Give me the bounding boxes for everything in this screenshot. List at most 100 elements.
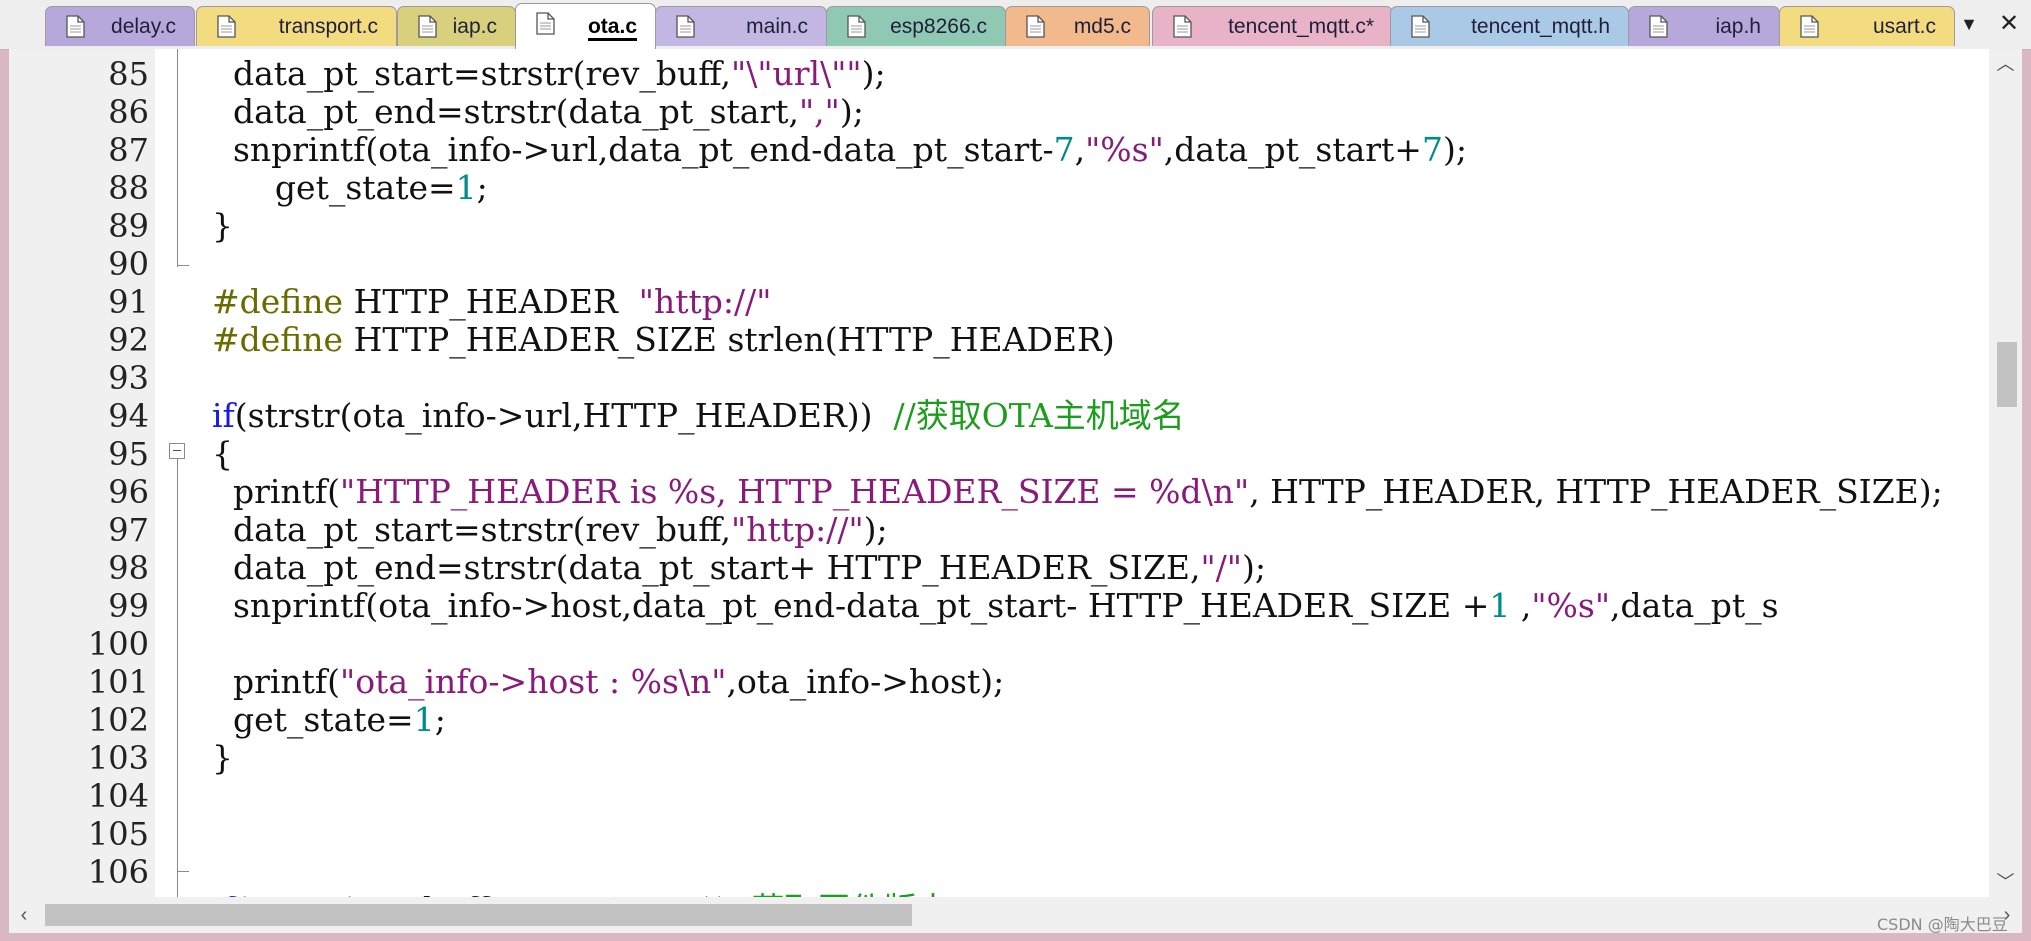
code-line[interactable]: 87 snprintf(ota_info->url,data_pt_end-da… <box>9 130 1989 170</box>
tab-md5-c[interactable]: md5.c <box>1005 6 1150 46</box>
code-token-plain: { <box>191 434 233 473</box>
file-icon <box>1649 15 1668 38</box>
code-line[interactable]: 99 snprintf(ota_info->host,data_pt_end-d… <box>9 586 1989 626</box>
code-token-plain: , <box>1074 130 1086 169</box>
line-number: 89 <box>108 207 149 245</box>
code-line[interactable]: 103 } <box>9 739 1989 778</box>
code-line[interactable]: 93 <box>9 359 1989 397</box>
code-line[interactable]: 100 <box>9 625 1989 663</box>
code-token-num: 1 <box>455 168 477 207</box>
code-line-text: printf("ota_info->host : %s\n",ota_info-… <box>191 663 1004 701</box>
vertical-scroll-thumb[interactable] <box>1997 342 2017 407</box>
file-icon <box>847 15 866 38</box>
code-line-text: get_state=1; <box>191 701 446 739</box>
code-line-text: get_state=1; <box>191 169 488 207</box>
code-line[interactable]: 95 { <box>9 434 1989 474</box>
file-icon <box>66 15 85 38</box>
tab-esp8266-c[interactable]: esp8266.c <box>826 6 1006 46</box>
tab-iap-c[interactable]: iap.c <box>397 6 516 46</box>
code-line[interactable]: 97 data_pt_start=strstr(rev_buff,"http:/… <box>9 510 1989 550</box>
code-token-str: "HTTP_HEADER is %s, HTTP_HEADER_SIZE = %… <box>340 472 1250 511</box>
file-tab-bar: delay.c transport.c iap.c ota.c main.c esp826… <box>0 0 2031 50</box>
code-line-text: printf("HTTP_HEADER is %s, HTTP_HEADER_S… <box>191 473 1943 511</box>
file-icon <box>418 15 437 38</box>
tab-list-chevron-down-icon[interactable]: ▼ <box>1955 8 1983 40</box>
tab-label: esp8266.c <box>890 14 987 38</box>
code-token-plain: } <box>191 206 233 245</box>
code-token-plain: printf( <box>191 662 341 701</box>
code-token-str: "/" <box>1200 548 1242 587</box>
tab-usart-c[interactable]: usart.c <box>1779 6 1955 46</box>
tab-delay-c[interactable]: delay.c <box>45 6 195 46</box>
code-token-num: 7 <box>1421 130 1443 169</box>
code-editor[interactable]: 85 data_pt_start=strstr(rev_buff,"\"url\… <box>9 49 2022 897</box>
line-number: 90 <box>108 245 149 283</box>
code-line[interactable]: 106 <box>9 853 1989 891</box>
code-line[interactable]: 94 if(strstr(ota_info->url,HTTP_HEADER))… <box>9 397 1989 436</box>
code-token-plain: snprintf(ota_info->host,data_pt_end-data… <box>191 586 1490 625</box>
code-token-plain: data_pt_start=strstr(rev_buff, <box>191 510 732 549</box>
code-text-area[interactable]: 85 data_pt_start=strstr(rev_buff,"\"url\… <box>9 55 1989 898</box>
code-token-num: 7 <box>1053 130 1075 169</box>
line-number: 103 <box>87 739 149 777</box>
scroll-up-arrow-icon[interactable]: ︿ <box>1989 49 2022 79</box>
tab-transport-c[interactable]: transport.c <box>196 6 397 46</box>
tab-label: transport.c <box>278 14 378 38</box>
scroll-down-arrow-icon[interactable]: ﹀ <box>1989 867 2022 897</box>
tab-tencent-mqtt-c[interactable]: tencent_mqtt.c* <box>1152 6 1393 46</box>
code-line[interactable]: 90 <box>9 245 1989 283</box>
horizontal-scroll-thumb[interactable] <box>45 904 912 926</box>
code-token-num: 1 <box>1489 586 1511 625</box>
tab-main-c[interactable]: main.c <box>655 6 827 46</box>
code-token-plain: ,ota_info->host); <box>726 662 1005 701</box>
code-token-kw: if <box>211 396 235 435</box>
code-line[interactable]: 92 #define HTTP_HEADER_SIZE strlen(HTTP_… <box>9 320 1989 360</box>
watermark: CSDN @陶大巴豆 <box>1877 915 2008 934</box>
horizontal-scrollbar[interactable]: ‹ › <box>9 897 2022 933</box>
code-line[interactable]: 102 get_state=1; <box>9 701 1989 740</box>
code-token-plain: get_state= <box>191 700 414 739</box>
code-token-plain: HTTP_HEADER <box>343 282 639 321</box>
tab-ota-c[interactable]: ota.c <box>515 3 656 49</box>
code-token-plain: (strstr(ota_info->url,HTTP_HEADER)) <box>234 396 894 435</box>
code-line[interactable]: 105 <box>9 815 1989 853</box>
tab-label: iap.h <box>1715 14 1761 38</box>
line-number: 104 <box>87 777 149 815</box>
code-token-str: "http://" <box>731 510 864 549</box>
code-line[interactable]: 101 printf("ota_info->host : %s\n",ota_i… <box>9 663 1989 702</box>
code-line[interactable]: 88 get_state=1; <box>9 169 1989 208</box>
tab-iap-h[interactable]: iap.h <box>1628 6 1780 46</box>
code-token-cmt: //获取OTA主机域名 <box>893 396 1185 435</box>
code-line[interactable]: 91 #define HTTP_HEADER "http://" <box>9 282 1989 322</box>
tab-label: main.c <box>746 14 808 38</box>
code-line[interactable]: 85 data_pt_start=strstr(rev_buff,"\"url\… <box>9 55 1989 94</box>
code-line-text: if(strstr(ota_info->url,HTTP_HEADER)) //… <box>191 397 1185 435</box>
code-line[interactable]: 98 data_pt_end=strstr(data_pt_start+ HTT… <box>9 548 1989 588</box>
line-number: 95 <box>108 435 149 473</box>
line-number: 101 <box>87 663 149 701</box>
code-token-plain: , HTTP_HEADER, HTTP_HEADER_SIZE); <box>1249 472 1943 511</box>
code-token-str: "%s" <box>1531 586 1611 625</box>
code-line[interactable]: 89 } <box>9 206 1989 246</box>
code-line[interactable]: 86 data_pt_end=strstr(data_pt_start,",")… <box>9 93 1989 132</box>
code-token-plain: data_pt_end=strstr(data_pt_start+ HTTP_H… <box>191 548 1201 587</box>
code-token-plain: ); <box>1241 548 1266 587</box>
code-line[interactable]: 104 <box>9 777 1989 815</box>
code-line[interactable]: 96 printf("HTTP_HEADER is %s, HTTP_HEADE… <box>9 473 1989 512</box>
code-token-plain: ,data_pt_s <box>1610 586 1779 625</box>
vertical-scrollbar[interactable]: ︿ ﹀ <box>1989 49 2022 897</box>
code-token-num: 1 <box>413 700 435 739</box>
code-token-plain: ); <box>1442 130 1467 169</box>
tab-tencent-mqtt-h[interactable]: tencent_mqtt.h <box>1390 6 1629 46</box>
code-token-plain: printf( <box>191 472 341 511</box>
code-token-plain: HTTP_HEADER_SIZE strlen(HTTP_HEADER) <box>343 320 1115 359</box>
code-token-str: "\"version\"" <box>498 890 704 898</box>
file-icon <box>536 12 555 35</box>
code-token-plain: ,data_pt_start+ <box>1163 130 1422 169</box>
line-number: 86 <box>108 93 149 131</box>
scroll-left-arrow-icon[interactable]: ‹ <box>9 897 39 933</box>
close-icon[interactable]: ✕ <box>1995 8 2023 40</box>
